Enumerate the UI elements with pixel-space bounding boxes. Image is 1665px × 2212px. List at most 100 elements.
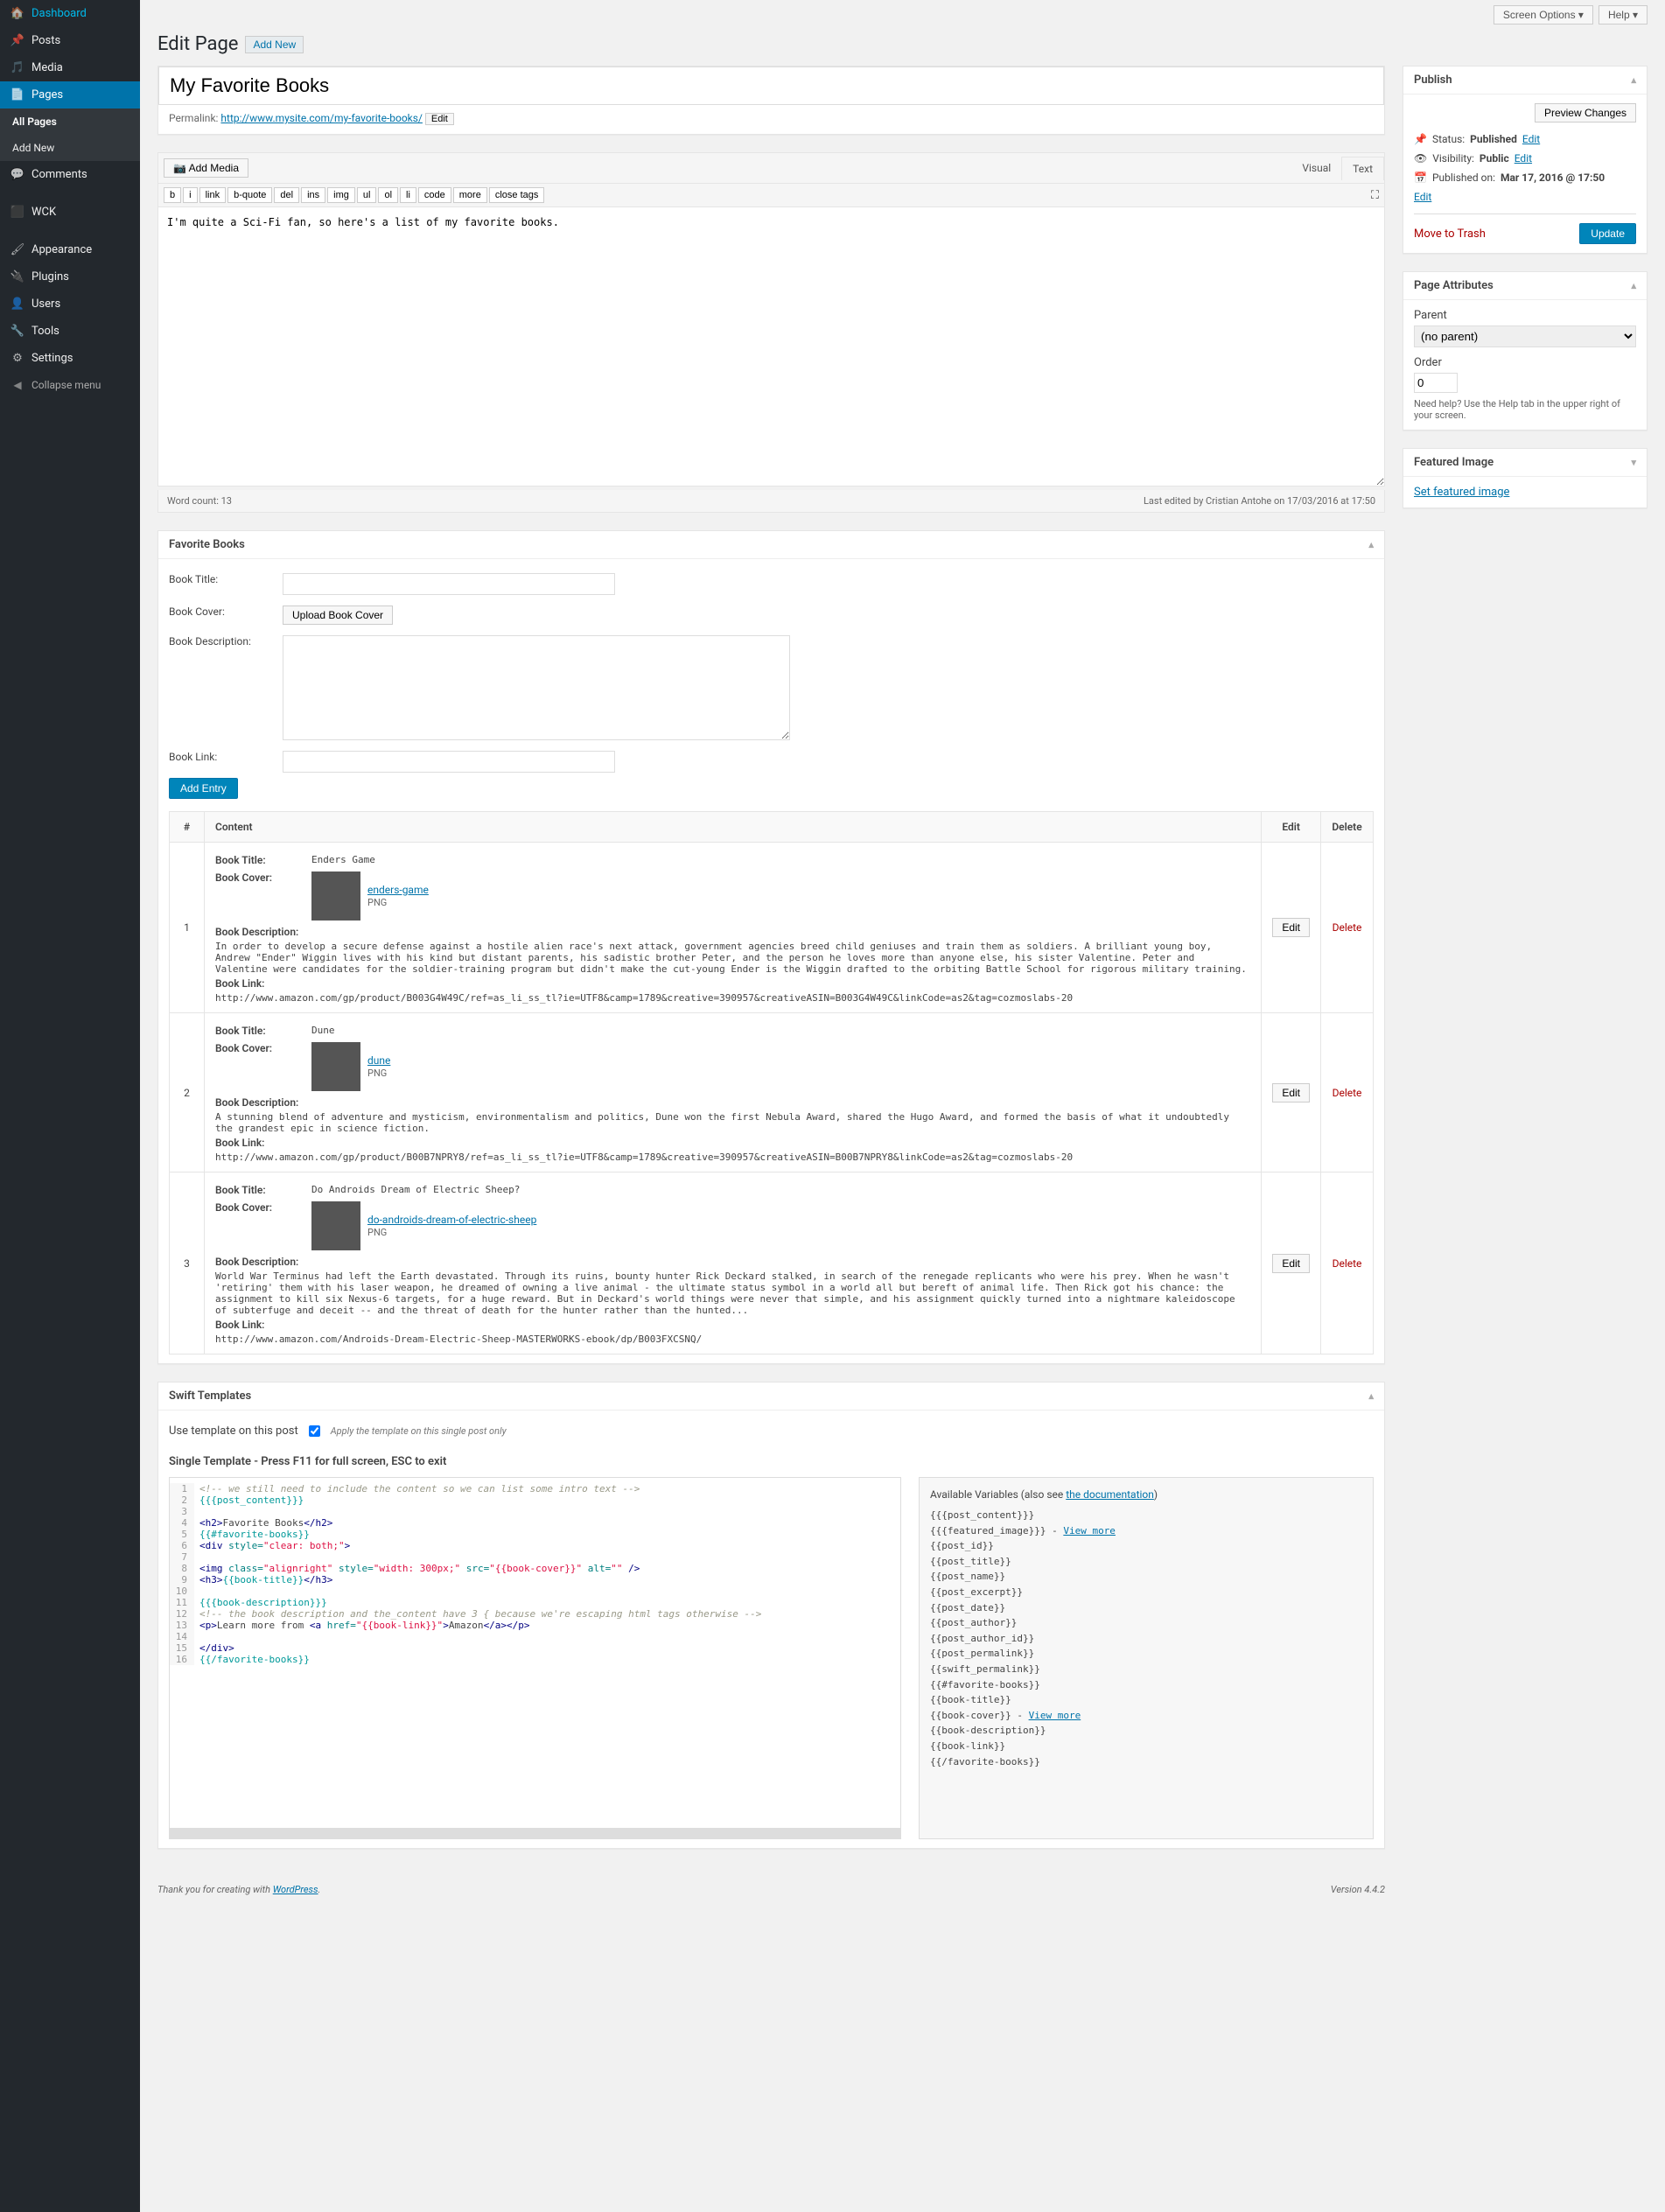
qt-ol[interactable]: ol	[378, 187, 398, 203]
variable-item: {{post_excerpt}}	[930, 1585, 1362, 1600]
book-desc-label: Book Description:	[169, 635, 283, 648]
preview-button[interactable]: Preview Changes	[1535, 103, 1636, 122]
featured-title: Featured Image	[1414, 456, 1494, 469]
qt-link[interactable]: link	[199, 187, 227, 203]
qt-ins[interactable]: ins	[301, 187, 325, 203]
qt-li[interactable]: li	[400, 187, 416, 203]
order-label: Order	[1414, 356, 1636, 369]
qt-close-tags[interactable]: close tags	[489, 187, 545, 203]
pin-icon: 📌	[1414, 133, 1427, 145]
sidebar-sub-add-new[interactable]: Add New	[0, 135, 140, 161]
book-link-input[interactable]	[283, 751, 615, 773]
toggle-icon[interactable]: ▾	[1631, 457, 1636, 468]
qt-code[interactable]: code	[418, 187, 451, 203]
toggle-icon[interactable]: ▴	[1631, 280, 1636, 291]
cover-link[interactable]: dune	[367, 1054, 390, 1067]
publish-title: Publish	[1414, 74, 1452, 87]
vars-doc-link[interactable]: the documentation	[1066, 1488, 1154, 1501]
sidebar-item-media[interactable]: 🎵Media	[0, 54, 140, 81]
qt-b-quote[interactable]: b-quote	[227, 187, 272, 203]
qt-img[interactable]: img	[327, 187, 355, 203]
appearance-icon: 🖌	[9, 243, 26, 256]
help-button[interactable]: Help ▾	[1599, 5, 1648, 24]
variable-item: {{post_name}}	[930, 1569, 1362, 1585]
sidebar-item-dashboard[interactable]: 🏠Dashboard	[0, 0, 140, 27]
add-entry-button[interactable]: Add Entry	[169, 778, 238, 799]
edit-status[interactable]: Edit	[1522, 133, 1540, 145]
tool-icon: 🔧	[9, 325, 26, 338]
variable-item: {{#favorite-books}}	[930, 1677, 1362, 1693]
sidebar-item-wck[interactable]: ⬛WCK	[0, 199, 140, 226]
toggle-icon[interactable]: ▴	[1368, 539, 1374, 550]
qt-del[interactable]: del	[274, 187, 299, 203]
parent-select[interactable]: (no parent)	[1414, 326, 1636, 347]
screen-options-button[interactable]: Screen Options ▾	[1494, 5, 1593, 24]
sidebar-item-appearance[interactable]: 🖌Appearance	[0, 236, 140, 263]
sidebar-item-users[interactable]: 👤Users	[0, 290, 140, 318]
variable-item: {{/favorite-books}}	[930, 1754, 1362, 1770]
sidebar-item-plugins[interactable]: 🔌Plugins	[0, 263, 140, 290]
variable-item: {{book-description}}	[930, 1723, 1362, 1739]
toggle-icon[interactable]: ▴	[1368, 1390, 1374, 1402]
content-editor[interactable]: I'm quite a Sci-Fi fan, so here's a list…	[157, 206, 1385, 486]
view-more-link[interactable]: View more	[1063, 1525, 1116, 1536]
edit-row-button[interactable]: Edit	[1272, 1083, 1310, 1102]
sidebar-item-pages[interactable]: 📄Pages	[0, 81, 140, 108]
use-template-checkbox[interactable]	[309, 1425, 320, 1437]
favorite-books-title: Favorite Books	[169, 538, 245, 551]
col-delete: Delete	[1321, 812, 1374, 843]
tab-text[interactable]: Text	[1341, 157, 1384, 180]
fullscreen-icon[interactable]: ⛶	[1371, 189, 1379, 202]
row-content: Book Title:Enders GameBook Cover:enders-…	[205, 843, 1262, 1013]
delete-row-link[interactable]: Delete	[1333, 921, 1362, 934]
dashboard-icon: 🏠	[9, 7, 26, 20]
book-desc-input[interactable]	[283, 635, 790, 740]
book-title-input[interactable]	[283, 573, 615, 595]
delete-row-link[interactable]: Delete	[1333, 1257, 1362, 1270]
qt-ul[interactable]: ul	[357, 187, 377, 203]
variable-item: {{post_author_id}}	[930, 1631, 1362, 1647]
variable-item: {{book-title}}	[930, 1692, 1362, 1708]
row-num: 1	[170, 843, 205, 1013]
edit-row-button[interactable]: Edit	[1272, 918, 1310, 937]
horizontal-scrollbar[interactable]	[170, 1828, 900, 1838]
update-button[interactable]: Update	[1579, 223, 1636, 244]
wordpress-link[interactable]: WordPress	[273, 1884, 318, 1895]
sidebar-item-tools[interactable]: 🔧Tools	[0, 318, 140, 345]
delete-row-link[interactable]: Delete	[1333, 1087, 1362, 1099]
order-input[interactable]	[1414, 373, 1458, 393]
variable-item: {{post_permalink}}	[930, 1646, 1362, 1662]
qt-i[interactable]: i	[183, 187, 197, 203]
cover-link[interactable]: enders-game	[367, 884, 429, 896]
word-count: Word count: 13	[167, 495, 232, 507]
cover-link[interactable]: do-androids-dream-of-electric-sheep	[367, 1214, 536, 1226]
qt-b[interactable]: b	[164, 187, 181, 203]
post-title-input[interactable]	[158, 66, 1384, 105]
permalink-url[interactable]: http://www.mysite.com/my-favorite-books/	[220, 112, 423, 124]
move-to-trash[interactable]: Move to Trash	[1414, 228, 1486, 241]
row-num: 3	[170, 1172, 205, 1354]
sidebar-sub-all-pages[interactable]: All Pages	[0, 108, 140, 135]
permalink-edit-button[interactable]: Edit	[425, 113, 454, 125]
tab-visual[interactable]: Visual	[1291, 157, 1341, 180]
toggle-icon[interactable]: ▴	[1631, 74, 1636, 86]
add-new-button[interactable]: Add New	[245, 36, 304, 53]
add-media-button[interactable]: 📷 Add Media	[164, 158, 248, 178]
upload-cover-button[interactable]: Upload Book Cover	[283, 606, 393, 625]
wck-icon: ⬛	[9, 206, 26, 219]
qt-more[interactable]: more	[453, 187, 487, 203]
sidebar-item-settings[interactable]: ⚙Settings	[0, 345, 140, 372]
parent-label: Parent	[1414, 309, 1636, 322]
book-link-label: Book Link:	[169, 751, 283, 763]
calendar-icon: 📅	[1414, 172, 1427, 184]
sidebar-item-posts[interactable]: 📌Posts	[0, 27, 140, 54]
code-editor[interactable]: 1<!-- we still need to include the conte…	[169, 1477, 901, 1839]
edit-visibility[interactable]: Edit	[1515, 152, 1532, 164]
set-featured-link[interactable]: Set featured image	[1414, 486, 1509, 499]
collapse-menu[interactable]: ◀Collapse menu	[0, 372, 140, 398]
edit-date[interactable]: Edit	[1414, 191, 1431, 203]
view-more-link[interactable]: View more	[1029, 1710, 1081, 1721]
sidebar-item-comments[interactable]: 💬Comments	[0, 161, 140, 188]
edit-row-button[interactable]: Edit	[1272, 1254, 1310, 1273]
variable-item: {{post_title}}	[930, 1554, 1362, 1570]
